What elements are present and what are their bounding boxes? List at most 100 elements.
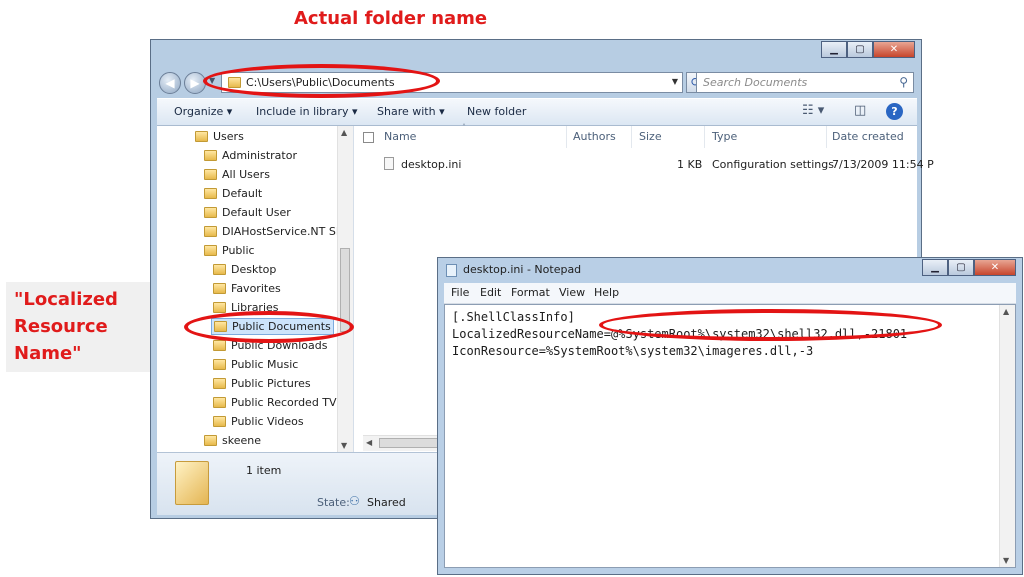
menu-format[interactable]: Format [511,286,550,299]
tree-item-users[interactable]: Users [195,130,244,143]
localized-resource-name-annotation: "Localized Resource Name" [6,282,150,372]
tree-item-public-pictures[interactable]: Public Pictures [213,377,311,390]
back-button[interactable]: ◀ [159,72,181,94]
column-header-type[interactable]: Type [712,130,737,143]
change-view-icon[interactable]: ☷ ▾ [802,103,824,118]
tree-item-administrator[interactable]: Administrator [204,149,297,162]
share-with-button[interactable]: Share with ▾ [377,105,445,118]
file-name: desktop.ini [401,158,462,171]
hscroll-thumb[interactable] [379,438,445,448]
folder-icon [204,169,217,180]
menu-file[interactable]: File [451,286,469,299]
notepad-text-area[interactable]: [.ShellClassInfo] LocalizedResourceName=… [444,304,1016,568]
close-button[interactable]: ✕ [873,41,915,58]
actual-folder-name-annotation: Actual folder name [294,8,488,29]
address-text: C:\Users\Public\Documents [246,76,395,89]
text-line: IconResource=%SystemRoot%\system32\image… [452,344,814,358]
notepad-menubar: File Edit Format View Help [444,283,1016,304]
folder-icon [214,321,227,332]
column-separator [631,126,632,148]
text-line: [.ShellClassInfo] [452,310,575,324]
include-in-library-button[interactable]: Include in library ▾ [256,105,357,118]
organize-button[interactable]: Organize ▾ [174,105,232,118]
tree-item-libraries[interactable]: Libraries [213,301,279,314]
folder-icon [213,378,226,389]
folder-icon [228,77,241,88]
notepad-title: desktop.ini - Notepad [463,263,582,276]
menu-edit[interactable]: Edit [480,286,501,299]
tree-item-public-downloads[interactable]: Public Downloads [213,339,327,352]
file-type: Configuration settings [712,158,834,171]
locked-folder-icon [204,435,217,446]
minimize-button[interactable]: ▁ [922,259,948,276]
select-all-checkbox[interactable] [363,132,374,143]
notepad-scrollbar[interactable]: ▲ ▼ [999,305,1015,567]
column-separator [704,126,705,148]
scroll-down-icon[interactable]: ▼ [1003,556,1009,565]
column-header-size[interactable]: Size [639,130,662,143]
folder-icon [213,359,226,370]
tree-item-favorites[interactable]: Favorites [213,282,281,295]
scroll-up-icon[interactable]: ▲ [341,128,347,137]
minimize-button[interactable]: ▁ [821,41,847,58]
scroll-thumb[interactable] [340,248,350,332]
close-button[interactable]: ✕ [974,259,1016,276]
folder-icon [213,283,226,294]
tree-item-public-documents[interactable]: Public Documents [211,318,334,335]
annotation-line-3: Name" [14,343,82,364]
locked-folder-icon [204,207,217,218]
tree-item-public-videos[interactable]: Public Videos [213,415,304,428]
tree-item-skeene[interactable]: skeene [204,434,261,447]
preview-pane-icon[interactable]: ◫ [854,103,866,118]
search-input[interactable]: Search Documents ⚲ [696,72,914,93]
table-row[interactable]: desktop.ini 1 KB Configuration settings … [354,154,934,174]
column-header-name[interactable]: Name [384,130,416,143]
tree-item-all-users[interactable]: All Users [204,168,270,181]
folder-icon [213,416,226,427]
command-bar: Organize ▾ Include in library ▾ Share wi… [157,98,917,126]
column-header-date-created[interactable]: Date created [832,130,904,143]
menu-view[interactable]: View [559,286,585,299]
state-label: State: [317,496,350,509]
maximize-button[interactable]: ▢ [847,41,873,58]
menu-help[interactable]: Help [594,286,619,299]
address-bar[interactable]: C:\Users\Public\Documents ▼ [221,72,683,93]
tree-item-default-user[interactable]: Default User [204,206,291,219]
column-header-authors[interactable]: Authors [573,130,616,143]
locked-folder-icon [204,226,217,237]
maximize-button[interactable]: ▢ [948,259,974,276]
shared-users-icon: ⚇ [349,494,360,508]
tree-item-desktop[interactable]: Desktop [213,263,276,276]
folder-icon [195,131,208,142]
item-count: 1 item [246,464,282,477]
address-dropdown-icon[interactable]: ▼ [672,77,678,86]
sort-ascending-icon: ˄ [462,123,466,132]
notepad-window: desktop.ini - Notepad ▁ ▢ ✕ File Edit Fo… [437,257,1023,575]
scroll-left-icon[interactable]: ◀ [366,438,372,447]
navigation-scrollbar[interactable]: ▲ ▼ [337,126,353,452]
large-folder-icon [175,461,209,505]
tree-item-public[interactable]: Public [204,244,255,257]
annotation-line-2: Resource [14,316,108,337]
folder-icon [213,264,226,275]
state-value: Shared [367,496,406,509]
tree-item-public-music[interactable]: Public Music [213,358,298,371]
scroll-down-icon[interactable]: ▼ [341,441,347,450]
navigation-pane: Users Administrator All Users Default De… [157,126,354,452]
forward-button[interactable]: ▶ [184,72,206,94]
new-folder-button[interactable]: New folder [467,105,526,118]
tree-item-diahostservice[interactable]: DIAHostService.NT SERV [204,225,353,238]
locked-folder-icon [204,150,217,161]
search-icon[interactable]: ⚲ [899,75,908,89]
column-separator [826,126,827,148]
folder-icon [204,245,217,256]
notepad-icon [446,264,457,277]
help-icon[interactable]: ? [886,103,903,120]
folder-icon [213,340,226,351]
scroll-up-icon[interactable]: ▲ [1003,307,1009,316]
tree-item-default[interactable]: Default [204,187,262,200]
recent-pages-icon[interactable]: ▼ [209,76,215,85]
file-size: 1 KB [677,158,703,171]
tree-item-public-recorded-tv[interactable]: Public Recorded TV [213,396,337,409]
search-placeholder: Search Documents [703,76,808,89]
